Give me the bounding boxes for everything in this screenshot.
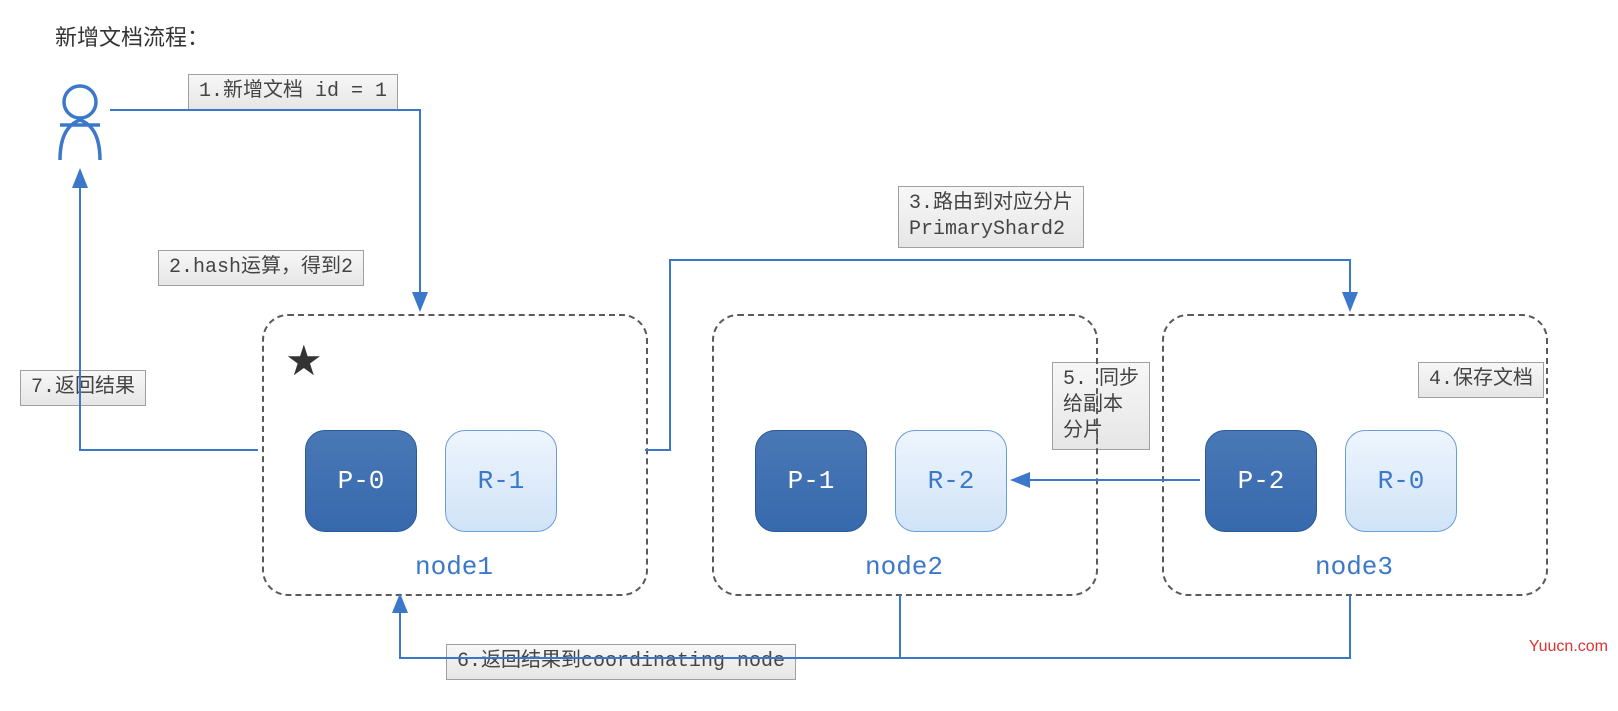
step-2-label: 2.hash运算，得到2	[158, 250, 364, 286]
shard-r1: R-1	[445, 430, 557, 532]
shard-p1: P-1	[755, 430, 867, 532]
shard-r2: R-2	[895, 430, 1007, 532]
step-6-label: 6.返回结果到coordinating node	[446, 644, 796, 680]
shard-p0: P-0	[305, 430, 417, 532]
node1-label: node1	[415, 552, 493, 582]
node3-label: node3	[1315, 552, 1393, 582]
diagram-title: 新增文档流程：	[55, 20, 209, 52]
node2-label: node2	[865, 552, 943, 582]
watermark: Yuucn.com	[1529, 638, 1608, 656]
shard-p2: P-2	[1205, 430, 1317, 532]
shard-r0: R-0	[1345, 430, 1457, 532]
star-icon: ★	[285, 336, 323, 385]
step-1-label: 1.新增文档 id = 1	[188, 74, 398, 110]
step-7-label: 7.返回结果	[20, 370, 146, 406]
user-icon	[50, 82, 110, 167]
step-3-label: 3.路由到对应分片 PrimaryShard2	[898, 186, 1084, 248]
